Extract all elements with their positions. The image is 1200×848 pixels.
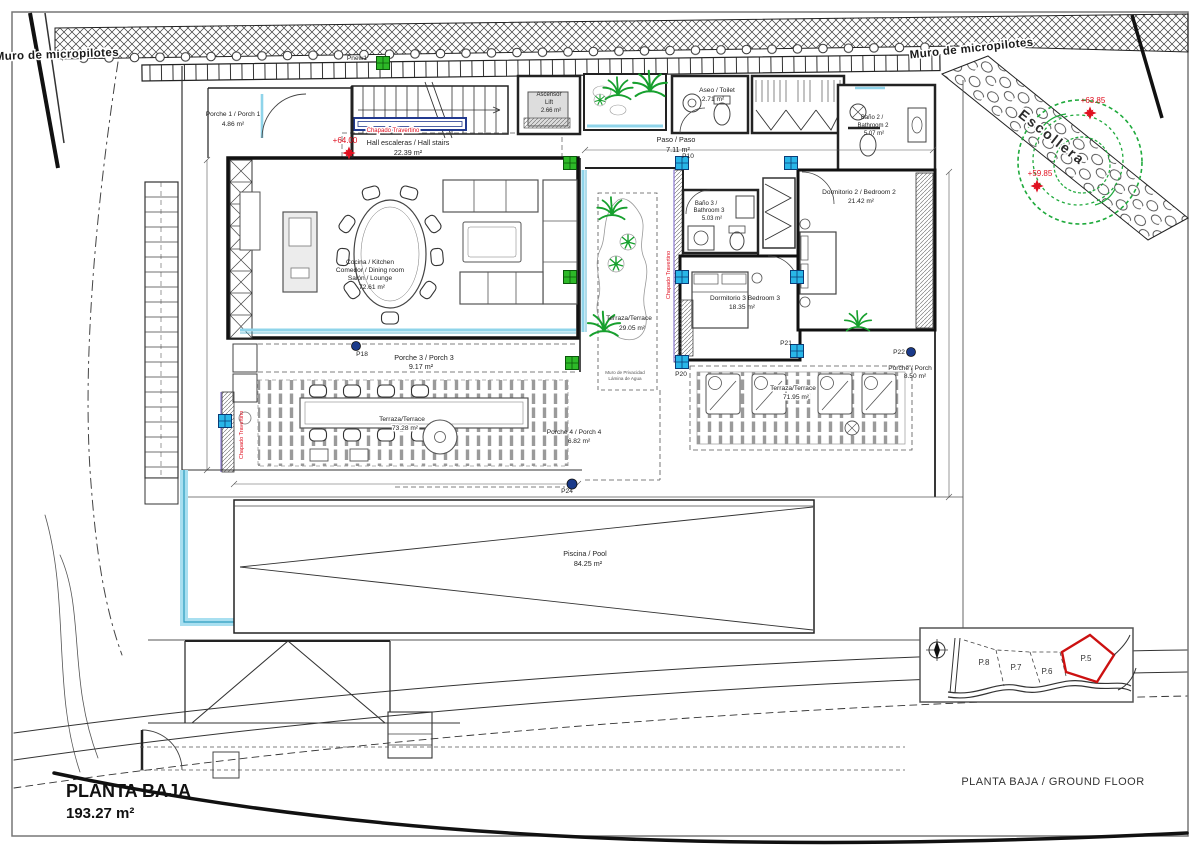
toilet-room xyxy=(672,76,748,133)
planter-box xyxy=(584,71,667,130)
marker-p10: P10 xyxy=(682,153,694,160)
toilet-area: 2.71 m² xyxy=(702,96,725,103)
hall-area: 22.39 m² xyxy=(394,148,423,157)
pool-label: Piscina / Pool xyxy=(563,549,607,558)
toilet-label: Aseo / Toilet xyxy=(699,87,735,94)
terrace-deck-label: Terraza/Terrace xyxy=(379,416,425,423)
terrace-central-label: Terraza/Terrace xyxy=(606,315,652,322)
inset-parcel-p7: P.7 xyxy=(1011,663,1023,672)
porch-right-label: Porche / Porch xyxy=(888,365,932,372)
wardrobe xyxy=(752,76,844,133)
level-hall: +64.00 xyxy=(333,136,358,145)
bath3-area: 5.03 m² xyxy=(702,216,722,222)
terrace-central-area: 29.05 m² xyxy=(619,325,646,332)
lift-label-1: Ascensor xyxy=(536,92,561,98)
porch4-label: Porche 4 / Porch 4 xyxy=(547,429,602,436)
pool-area: 84.25 m² xyxy=(574,559,603,568)
sheet-border xyxy=(12,12,1188,836)
marker-pnew1: Pnew1 xyxy=(347,55,367,62)
sofa-set xyxy=(443,180,577,304)
paso-label: Paso / Paso xyxy=(657,135,696,144)
bedroom3-label: Dormitorio 3 Bedroom 3 xyxy=(710,295,780,302)
marker-p18: P18 xyxy=(356,351,368,358)
inset-parcel-p6: P.6 xyxy=(1042,667,1054,676)
terrace-right-label: Terraza/Terrace xyxy=(770,385,816,392)
planter-note-1: Muro de Privacidad xyxy=(605,370,645,375)
salon-label-3: Salón / Lounge xyxy=(348,275,393,282)
bath2-area: 5.07 m² xyxy=(864,131,884,137)
inset-parcel-p5: P.5 xyxy=(1081,654,1093,663)
salon-label-2: Comedor / Dining room xyxy=(336,267,405,274)
bedroom2-label: Dormitorio 2 / Bedroom 2 xyxy=(822,189,896,196)
lift-label-2: Lift xyxy=(545,100,553,106)
porch4-area: 6.82 m² xyxy=(568,438,591,445)
porch3-label: Porche 3 / Porch 3 xyxy=(394,353,454,362)
closet xyxy=(763,178,795,248)
travertine-note: Chapado Travertino xyxy=(367,128,420,134)
porch1-area: 4.86 m² xyxy=(222,121,245,128)
bath3-label-1: Baño 3 / xyxy=(695,201,718,207)
porch-right-area: 8.50 m² xyxy=(904,373,927,380)
bath2-label-1: Baño 2 / xyxy=(861,115,884,121)
floor-plan-sheet: Muro de micropilotes Muro de micropilote… xyxy=(0,0,1200,848)
bath3-label-2: Bathroom 3 xyxy=(693,208,725,214)
pool xyxy=(234,500,814,633)
marker-p20: P20 xyxy=(675,371,687,378)
porch3-area: 9.17 m² xyxy=(409,362,434,371)
salon-area: 72.61 m² xyxy=(359,284,386,291)
plan-drawing: Muro de micropilotes Muro de micropilote… xyxy=(0,0,1200,848)
porch1-label: Porche 1 / Porch 1 xyxy=(206,111,261,118)
marker-p21: P21 xyxy=(780,340,792,347)
level-lower: +59.85 xyxy=(1028,169,1053,178)
inset-parcel-p8: P.8 xyxy=(979,658,991,667)
planter-note-2: Lámina de Agua xyxy=(608,376,642,381)
bedroom3-area: 18.35 m² xyxy=(729,304,756,311)
plan-title: PLANTA BAJA xyxy=(66,781,191,801)
marker-p22: P22 xyxy=(893,349,905,356)
plan-title-area: 193.27 m² xyxy=(66,805,134,822)
level-upper: +63.85 xyxy=(1081,96,1106,105)
bedroom2-area: 21.42 m² xyxy=(848,198,875,205)
terrace-deck-area: 73.28 m² xyxy=(392,425,419,432)
footer-title: PLANTA BAJA / GROUND FLOOR xyxy=(961,776,1144,788)
salon-label-1: Cocina / Kitchen xyxy=(346,259,394,266)
bath2-label-2: Bathroom 2 xyxy=(857,123,889,129)
location-inset: P.8 P.7 P.6 P.5 xyxy=(920,628,1136,702)
hall-label: Hall escaleras / Hall stairs xyxy=(367,138,450,147)
travertine-note-vertical: Chapado Travertino xyxy=(666,251,672,299)
marker-p24: P24 xyxy=(561,488,573,495)
travertine-note-vertical-2: Chapado Travertino xyxy=(239,411,245,459)
terrace-right-area: 71.95 m² xyxy=(783,394,810,401)
lift-area: 2.66 m² xyxy=(541,108,561,114)
